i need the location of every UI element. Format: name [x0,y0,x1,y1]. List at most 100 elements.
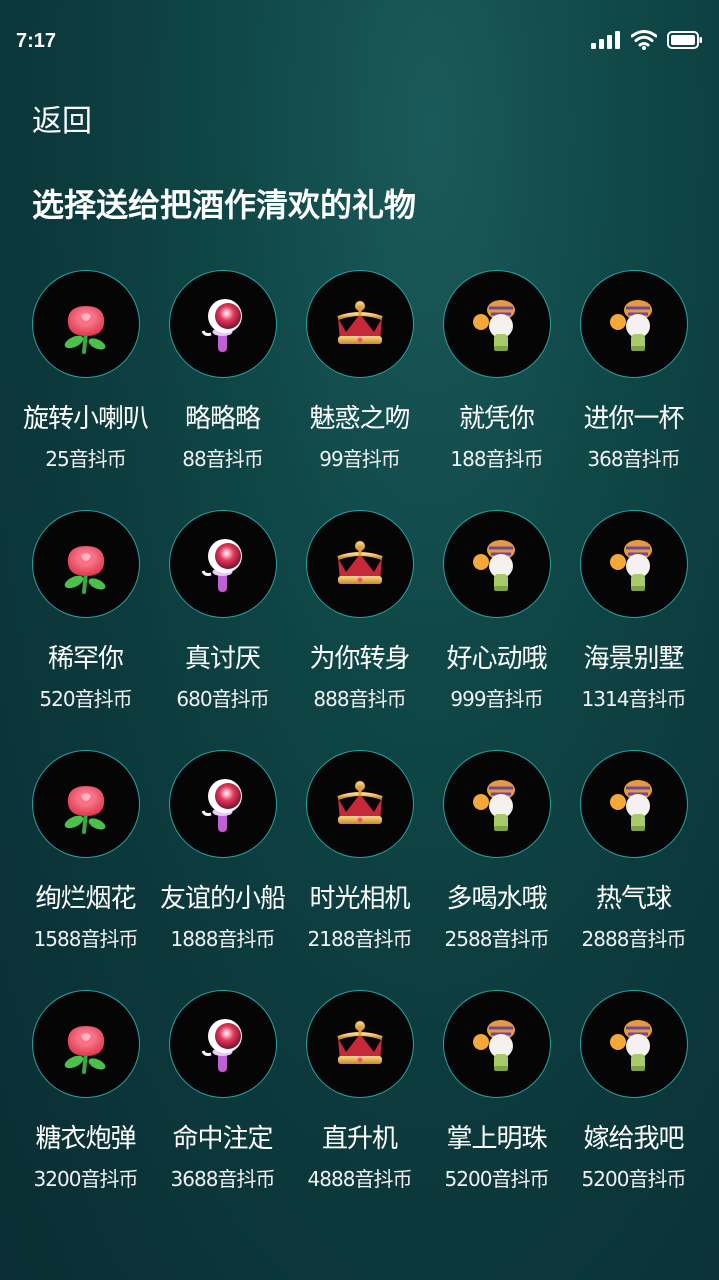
gift-price: 2188音抖币 [307,927,413,951]
gift-price: 99音抖币 [319,447,400,471]
gift-item[interactable]: 命中注定 3688音抖币 [154,990,291,1192]
gift-item[interactable]: 嫁给我吧 5200音抖币 [565,990,702,1192]
gift-price: 1588音抖币 [33,927,139,951]
gift-name: 热气球 [595,884,672,914]
toy-figure-icon [465,532,529,596]
gift-item[interactable]: 友谊的小船 1888音抖币 [154,750,291,952]
back-button[interactable]: 返回 [32,96,92,140]
status-bar: 7:17 [0,0,719,80]
gift-price: 368音抖币 [587,447,680,471]
gift-icon-frame [31,270,140,378]
gift-name: 嫁给我吧 [583,1124,684,1154]
gift-price: 3200音抖币 [33,1167,139,1191]
gift-name: 就凭你 [458,404,535,434]
gift-price: 520音抖币 [39,687,132,711]
crown-icon [328,1012,392,1076]
gift-item[interactable]: 真讨厌 680音抖币 [154,510,291,712]
gift-item[interactable]: 海景别墅 1314音抖币 [565,510,702,712]
magic-wand-icon [191,532,255,596]
gift-price: 5200音抖币 [581,1167,687,1191]
gift-icon-frame [305,750,414,858]
gift-price: 3688音抖币 [170,1167,276,1191]
gift-item[interactable]: 为你转身 888音抖币 [291,510,428,712]
gift-item[interactable]: 略略略 88音抖币 [154,270,291,472]
gift-name: 友谊的小船 [159,884,286,914]
toy-figure-icon [465,292,529,356]
gift-icon-frame [168,510,277,618]
gift-item[interactable]: 热气球 2888音抖币 [565,750,702,952]
toy-figure-icon [602,292,666,356]
gift-name: 真讨厌 [184,644,261,674]
gift-item[interactable]: 好心动哦 999音抖币 [428,510,565,712]
gift-name: 命中注定 [172,1124,273,1154]
gift-name: 魅惑之吻 [309,404,410,434]
rose-icon [54,772,118,836]
gift-price: 5200音抖币 [444,1167,550,1191]
gift-item[interactable]: 稀罕你 520音抖币 [17,510,154,712]
gift-price: 2588音抖币 [444,927,550,951]
gift-name: 糖衣炮弹 [35,1124,136,1154]
gift-price: 88音抖币 [182,447,263,471]
gift-icon-frame [579,510,688,618]
gift-grid: 旋转小喇叭 25音抖币 略略略 88音抖币 魅惑之吻 99音抖币 就凭你 188音抖币 [17,270,702,1192]
rose-icon [54,292,118,356]
toy-figure-icon [465,772,529,836]
signal-icon [591,31,620,49]
gift-name: 为你转身 [309,644,410,674]
gift-price: 999音抖币 [450,687,543,711]
gift-price: 4888音抖币 [307,1167,413,1191]
crown-icon [328,532,392,596]
gift-name: 进你一杯 [583,404,684,434]
gift-icon-frame [31,750,140,858]
gift-price: 1888音抖币 [170,927,276,951]
rose-icon [54,532,118,596]
gift-icon-frame [31,990,140,1098]
wifi-icon [631,30,657,50]
gift-name: 直升机 [321,1124,398,1154]
status-icons [591,30,703,50]
gift-item[interactable]: 掌上明珠 5200音抖币 [428,990,565,1192]
gift-icon-frame [168,270,277,378]
gift-icon-frame [579,270,688,378]
gift-price: 2888音抖币 [581,927,687,951]
battery-icon [667,31,702,49]
gift-name: 绚烂烟花 [35,884,136,914]
gift-item[interactable]: 时光相机 2188音抖币 [291,750,428,952]
gift-item[interactable]: 进你一杯 368音抖币 [565,270,702,472]
gift-name: 略略略 [184,404,261,434]
toy-figure-icon [602,532,666,596]
gift-icon-frame [305,990,414,1098]
rose-icon [54,1012,118,1076]
gift-icon-frame [442,750,551,858]
gift-icon-frame [442,990,551,1098]
gift-icon-frame [305,270,414,378]
gift-item[interactable]: 多喝水哦 2588音抖币 [428,750,565,952]
gift-price: 1314音抖币 [581,687,687,711]
crown-icon [328,772,392,836]
gift-icon-frame [442,270,551,378]
status-time: 7:17 [16,30,57,52]
gift-item[interactable]: 直升机 4888音抖币 [291,990,428,1192]
gift-icon-frame [31,510,140,618]
gift-icon-frame [168,990,277,1098]
gift-icon-frame [442,510,551,618]
gift-price: 188音抖币 [450,447,543,471]
gift-name: 稀罕你 [47,644,124,674]
gift-name: 多喝水哦 [446,884,547,914]
page-title: 选择送给把酒作清欢的礼物 [32,186,417,224]
gift-name: 时光相机 [309,884,410,914]
gift-item[interactable]: 糖衣炮弹 3200音抖币 [17,990,154,1192]
gift-item[interactable]: 旋转小喇叭 25音抖币 [17,270,154,472]
gift-name: 旋转小喇叭 [22,404,149,434]
gift-price: 25音抖币 [45,447,126,471]
toy-figure-icon [602,772,666,836]
gift-icon-frame [168,750,277,858]
gift-item[interactable]: 魅惑之吻 99音抖币 [291,270,428,472]
gift-price: 680音抖币 [176,687,269,711]
gift-icon-frame [305,510,414,618]
gift-item[interactable]: 就凭你 188音抖币 [428,270,565,472]
gift-name: 海景别墅 [583,644,684,674]
gift-item[interactable]: 绚烂烟花 1588音抖币 [17,750,154,952]
toy-figure-icon [602,1012,666,1076]
gift-icon-frame [579,750,688,858]
